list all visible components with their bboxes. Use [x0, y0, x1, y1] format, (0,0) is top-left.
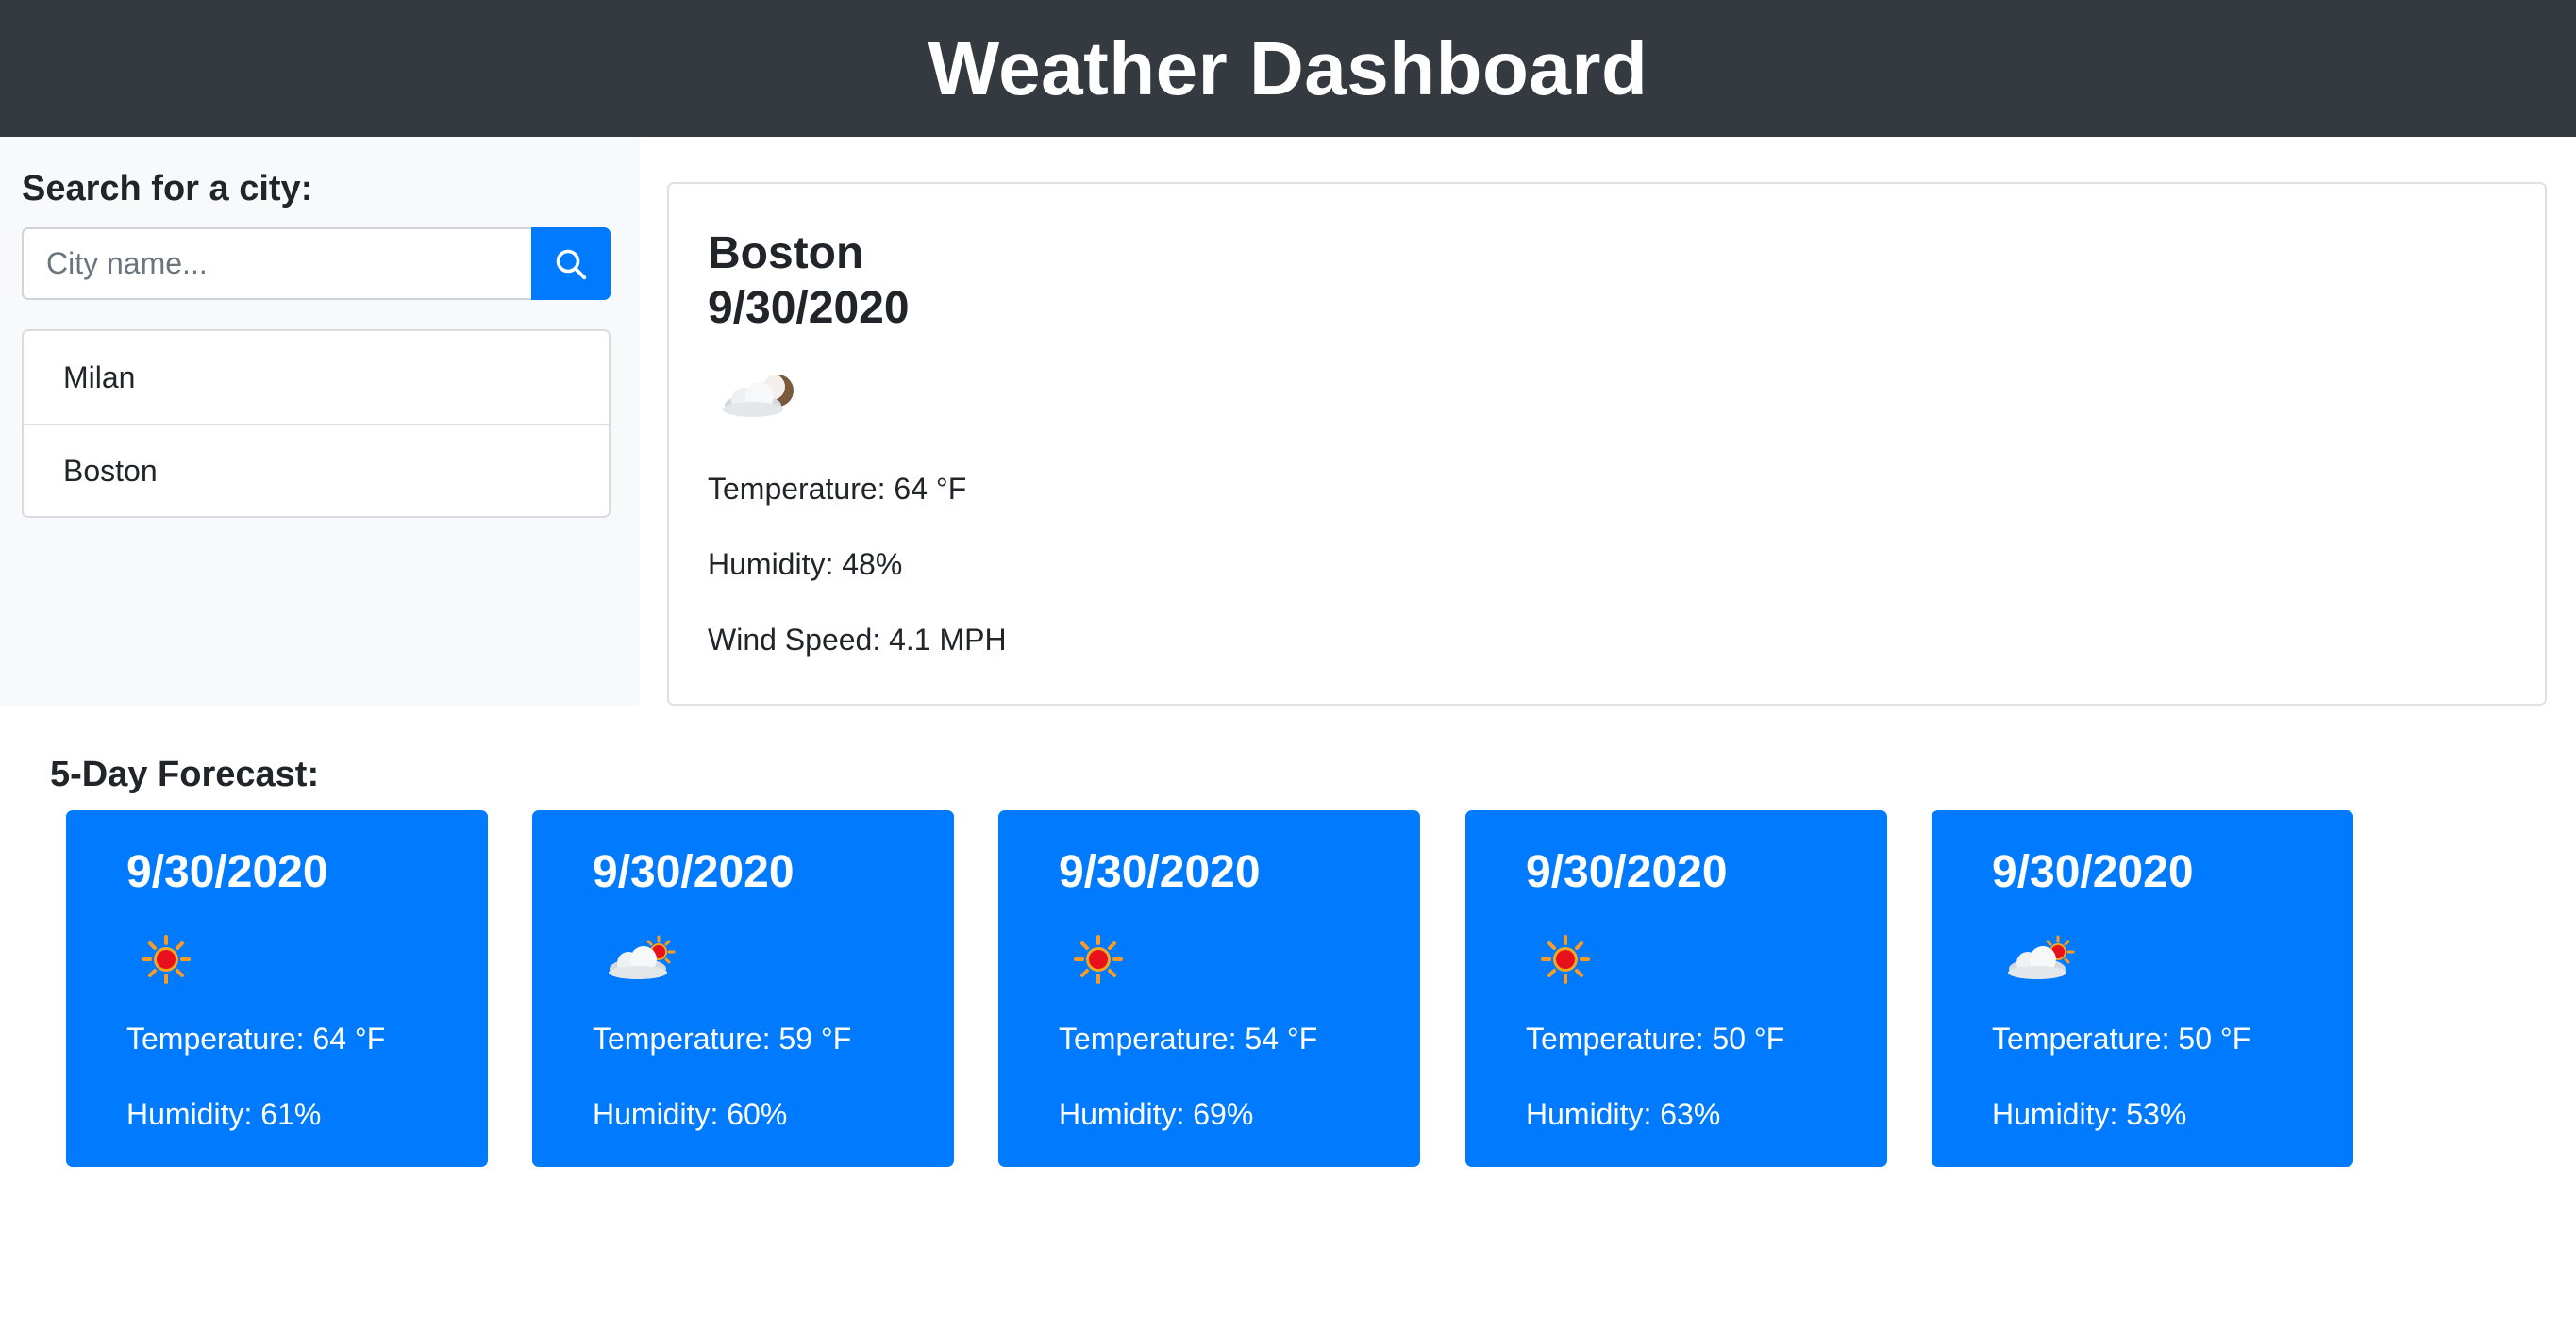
forecast-temperature: Temperature: 50 °F: [1992, 1022, 2251, 1056]
forecast-date: 9/30/2020: [1059, 847, 1261, 897]
sun-icon: [1074, 935, 1123, 984]
cloud-sun-icon: [2008, 935, 2075, 979]
current-temperature: Temperature: 64 °F: [708, 472, 967, 506]
forecast-humidity: Humidity: 69%: [1059, 1097, 1254, 1131]
forecast-temperature: Temperature: 50 °F: [1526, 1022, 1785, 1056]
forecast-date: 9/30/2020: [1526, 847, 1728, 897]
current-humidity: Humidity: 48%: [708, 547, 903, 581]
forecast-humidity: Humidity: 60%: [593, 1097, 788, 1131]
current-city: Boston: [708, 228, 864, 278]
history-item-boston[interactable]: Boston: [24, 424, 609, 516]
search-history: Milan Boston: [22, 329, 611, 518]
current-date: 9/30/2020: [708, 283, 910, 333]
forecast-card: 9/30/2020 Temperature: 64 °F Humidity: 6…: [66, 810, 488, 1167]
history-item-milan[interactable]: Milan: [24, 331, 609, 424]
sun-icon: [142, 935, 191, 984]
forecast-card: 9/30/2020 Temperature: 54 °F Humidity: 6…: [998, 810, 1420, 1167]
search-icon: [556, 249, 587, 279]
search-button[interactable]: [531, 227, 611, 300]
page-title: Weather Dashboard: [928, 25, 1648, 110]
forecast-humidity: Humidity: 61%: [126, 1097, 322, 1131]
forecast-card: 9/30/2020 Temperature: 50 °F Humidity: 5…: [1932, 810, 2353, 1167]
forecast-temperature: Temperature: 64 °F: [126, 1022, 386, 1056]
forecast-title: 5-Day Forecast:: [50, 755, 320, 794]
forecast-card: 9/30/2020 Temperature: 59 °F Humidity: 6…: [532, 810, 954, 1167]
forecast-humidity: Humidity: 53%: [1992, 1097, 2187, 1131]
forecast-humidity: Humidity: 63%: [1526, 1097, 1721, 1131]
forecast-date: 9/30/2020: [126, 847, 328, 897]
search-bar: [22, 227, 611, 300]
current-weather-card: Boston 9/30/2020 Temperature: 64 °F Humi…: [667, 182, 2547, 706]
sun-icon: [1541, 935, 1590, 984]
forecast-temperature: Temperature: 59 °F: [593, 1022, 852, 1056]
forecast-card: 9/30/2020 Temperature: 50 °F Humidity: 6…: [1465, 810, 1887, 1167]
search-label: Search for a city:: [22, 169, 313, 208]
city-search-input[interactable]: [22, 227, 531, 300]
forecast-date: 9/30/2020: [593, 847, 795, 897]
forecast-date: 9/30/2020: [1992, 847, 2194, 897]
cloud-moon-icon: [723, 374, 794, 417]
sidebar: Search for a city: Milan Boston: [0, 137, 640, 706]
header: Weather Dashboard: [0, 0, 2576, 137]
forecast-temperature: Temperature: 54 °F: [1059, 1022, 1318, 1056]
current-wind-speed: Wind Speed: 4.1 MPH: [708, 623, 1007, 657]
cloud-sun-icon: [609, 935, 676, 979]
